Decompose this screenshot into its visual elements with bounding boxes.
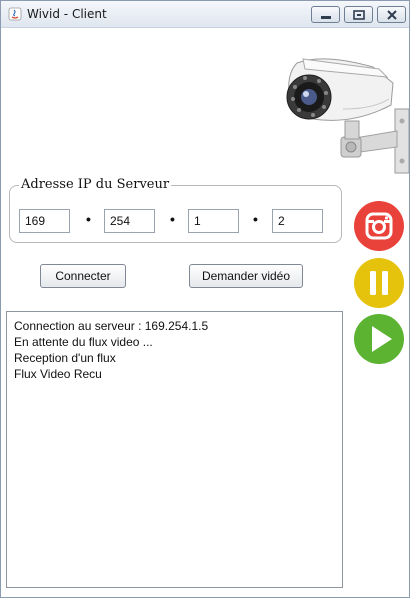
record-button[interactable] [354,201,404,251]
log-line: Flux Video Recu [14,367,102,381]
server-ip-legend: Adresse IP du Serveur [19,177,172,192]
camera-record-icon [365,212,393,240]
minimize-button[interactable] [311,6,340,23]
log-line: Connection au serveur : 169.254.1.5 [14,319,209,333]
ip-octet-2-input[interactable]: 254 [104,209,155,233]
maximize-button[interactable] [344,6,373,23]
security-camera-icon [286,58,409,174]
java-app-icon [8,7,22,21]
close-icon [387,10,397,20]
pause-icon [370,271,388,295]
ip-octet-1-input[interactable]: 169 [19,209,70,233]
log-line: Reception d'un flux [14,351,116,365]
window-title: Wivid - Client [27,7,107,21]
ip-octet-3-input[interactable]: 1 [188,209,239,233]
play-button[interactable] [354,314,404,364]
ip-separator: • [170,211,175,227]
client-window: Wivid - Client Adresse IP du Serveur 169… [0,0,410,598]
server-ip-group: Adresse IP du Serveur 169 • 254 • 1 • 2 [9,177,342,243]
request-video-button[interactable]: Demander vidéo [189,264,303,288]
minimize-icon [321,16,331,19]
content-pane: Adresse IP du Serveur 169 • 254 • 1 • 2 … [1,29,409,597]
maximize-icon [353,10,365,20]
ip-octet-4-input[interactable]: 2 [272,209,323,233]
ip-separator: • [86,211,91,227]
log-line: En attente du flux video ... [14,335,153,349]
ip-separator: • [253,211,258,227]
log-text-area[interactable]: Connection au serveur : 169.254.1.5 En a… [6,311,343,588]
connect-button[interactable]: Connecter [40,264,126,288]
play-icon [372,326,392,352]
pause-button[interactable] [354,258,404,308]
title-bar[interactable]: Wivid - Client [1,1,409,28]
close-button[interactable] [377,6,406,23]
